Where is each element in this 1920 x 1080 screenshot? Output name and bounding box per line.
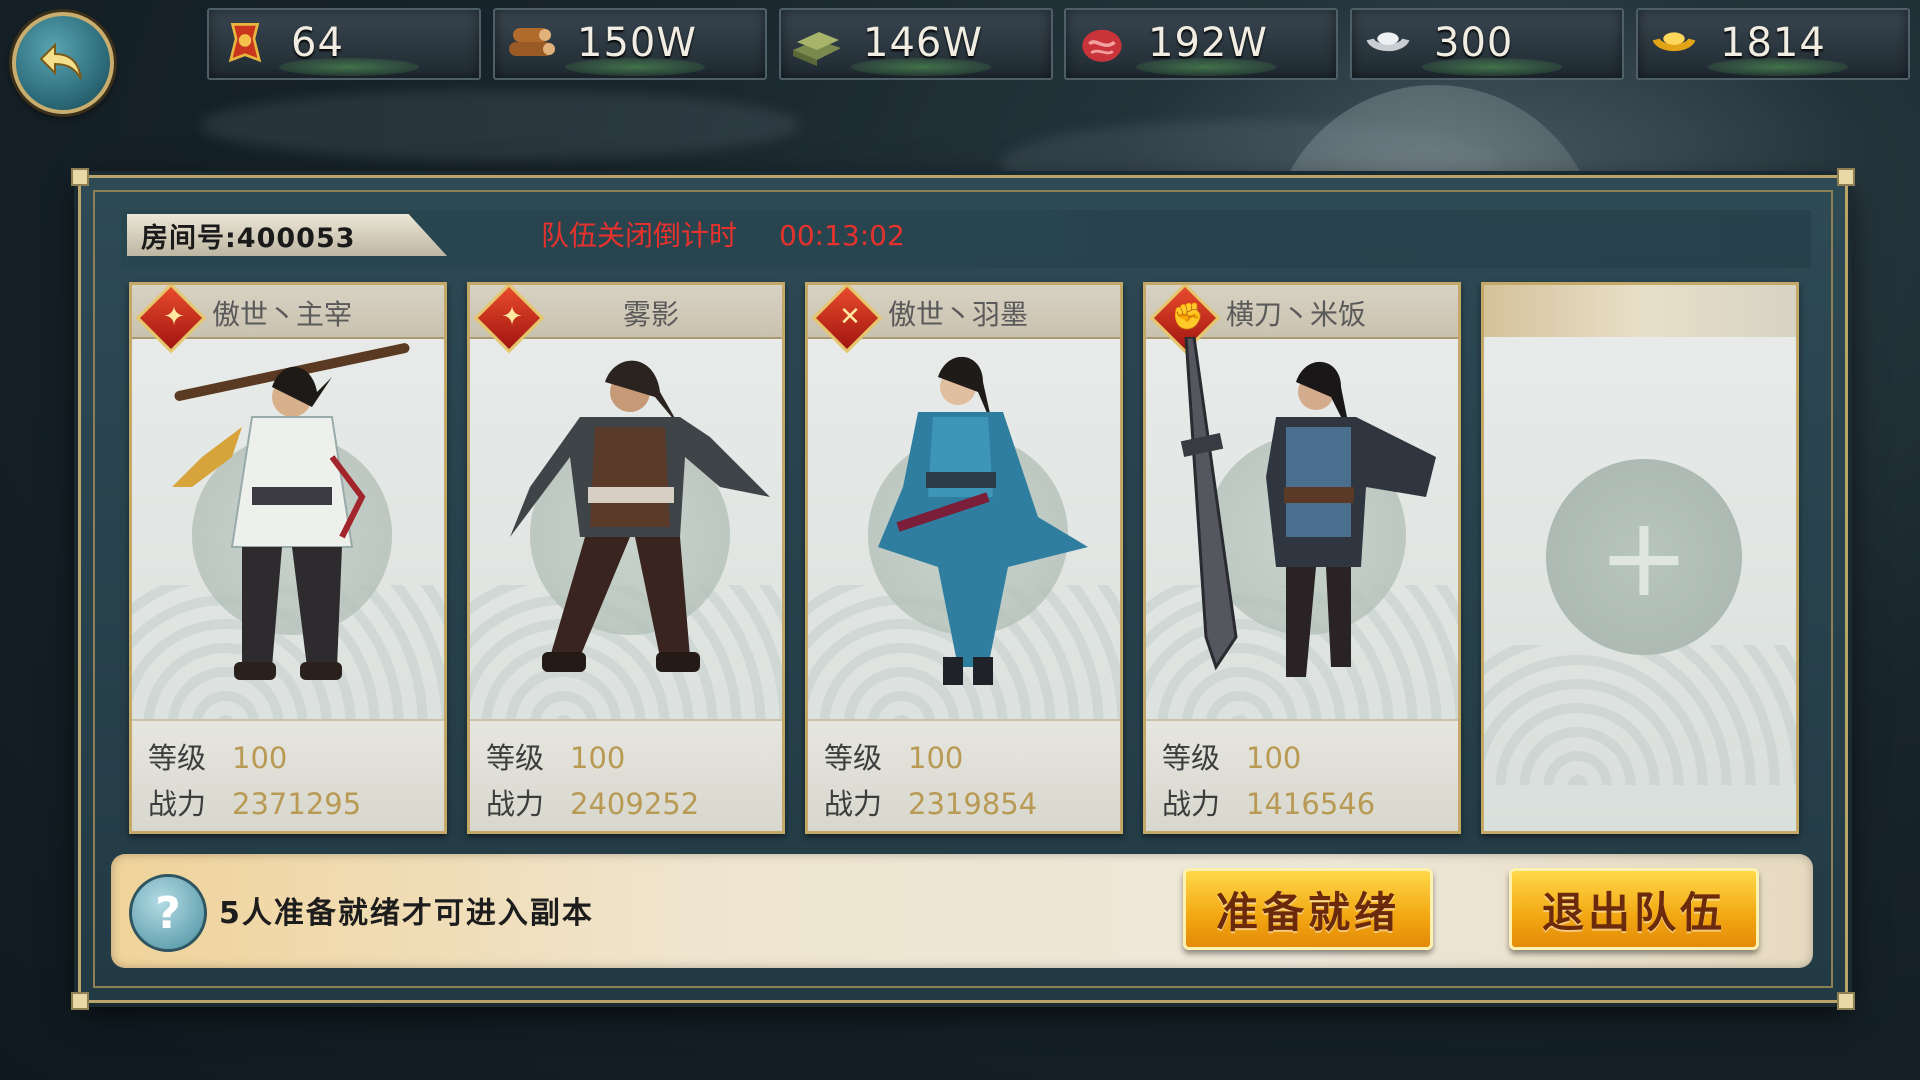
member-name: 傲世丶主宰 xyxy=(212,298,353,331)
silver-ingot-icon xyxy=(1360,16,1416,72)
power-value: 2409252 xyxy=(570,787,700,821)
quit-team-button[interactable]: 退出队伍 xyxy=(1509,868,1759,950)
back-arrow-icon xyxy=(39,42,82,80)
member-card[interactable]: ✦ 傲世丶主宰 等级 100 战力 2371295 xyxy=(129,282,447,834)
member-name: 横刀丶米饭 xyxy=(1226,298,1367,331)
help-question-icon[interactable]: ? xyxy=(129,874,207,952)
power-label: 战力 xyxy=(1162,787,1221,821)
member-name: 傲世丶羽墨 xyxy=(888,298,1029,331)
countdown-label: 队伍关闭倒计时 xyxy=(541,219,738,252)
panel-corner xyxy=(71,168,89,186)
resource-gold: 1814 xyxy=(1636,8,1910,80)
hero-portrait xyxy=(172,343,410,680)
room-number-tag: 房间号:400053 xyxy=(127,214,447,256)
resource-meat: 192W xyxy=(1064,8,1338,80)
countdown-time: 00:13:02 xyxy=(779,219,905,252)
power-value: 2319854 xyxy=(908,787,1038,821)
power-value: 1416546 xyxy=(1246,787,1376,821)
panel-corner xyxy=(71,992,89,1010)
hero-portrait xyxy=(510,360,770,672)
resource-wood: 150W xyxy=(493,8,767,80)
room-number: 房间号:400053 xyxy=(141,222,356,254)
stone-bricks-icon xyxy=(789,16,845,72)
team-close-countdown: 队伍关闭倒计时 00:13:02 xyxy=(541,214,905,254)
level-value: 100 xyxy=(232,741,288,775)
level-label: 等级 xyxy=(1162,741,1221,775)
level-value: 100 xyxy=(1246,741,1302,775)
footer-bar: ? 5人准备就绪才可进入副本 准备就绪 退出队伍 xyxy=(111,854,1813,968)
empty-member-slot[interactable]: + xyxy=(1481,282,1799,834)
member-name: 雾影 xyxy=(622,298,679,331)
meat-icon xyxy=(1074,16,1130,72)
level-label: 等级 xyxy=(148,741,207,775)
level-value: 100 xyxy=(908,741,964,775)
panel-corner xyxy=(1837,992,1855,1010)
ready-hint: 5人准备就绪才可进入副本 xyxy=(219,896,594,931)
back-button[interactable] xyxy=(12,12,114,114)
resource-silver: 300 xyxy=(1350,8,1624,80)
hero-portrait xyxy=(878,356,1088,685)
add-member-button[interactable]: + xyxy=(1546,459,1742,655)
resource-token: 64 xyxy=(207,8,481,80)
member-card[interactable]: ✕ 傲世丶羽墨 等级 100 战力 2319854 xyxy=(805,282,1123,834)
ready-button[interactable]: 准备就绪 xyxy=(1183,868,1433,950)
member-card[interactable]: ✊ 横刀丶米饭 等级 100 战力 1416546 xyxy=(1143,282,1461,834)
wood-logs-icon xyxy=(503,16,559,72)
power-value: 2371295 xyxy=(232,787,362,821)
power-label: 战力 xyxy=(486,787,545,821)
gold-ingot-icon xyxy=(1646,16,1702,72)
level-label: 等级 xyxy=(486,741,545,775)
token-flag-icon xyxy=(217,16,273,72)
panel-corner xyxy=(1837,168,1855,186)
plus-icon: + xyxy=(1597,493,1691,621)
level-label: 等级 xyxy=(824,741,883,775)
member-stats: 等级 100 战力 2371295 xyxy=(132,719,444,831)
member-card[interactable]: ✦ 雾影 等级 100 战力 2409252 xyxy=(467,282,785,834)
team-room-panel: 房间号:400053 队伍关闭倒计时 00:13:02 ✦ 傲世丶主宰 等级 100… xyxy=(71,168,1855,1010)
power-label: 战力 xyxy=(824,787,883,821)
power-label: 战力 xyxy=(148,787,207,821)
hero-portrait xyxy=(1180,337,1436,677)
cloud-decoration xyxy=(200,90,800,160)
level-value: 100 xyxy=(570,741,626,775)
member-stats: 等级 100 战力 2319854 xyxy=(808,719,1120,831)
member-stats: 等级 100 战力 1416546 xyxy=(1146,719,1458,831)
resource-stone: 146W xyxy=(779,8,1053,80)
member-stats: 等级 100 战力 2409252 xyxy=(470,719,782,831)
